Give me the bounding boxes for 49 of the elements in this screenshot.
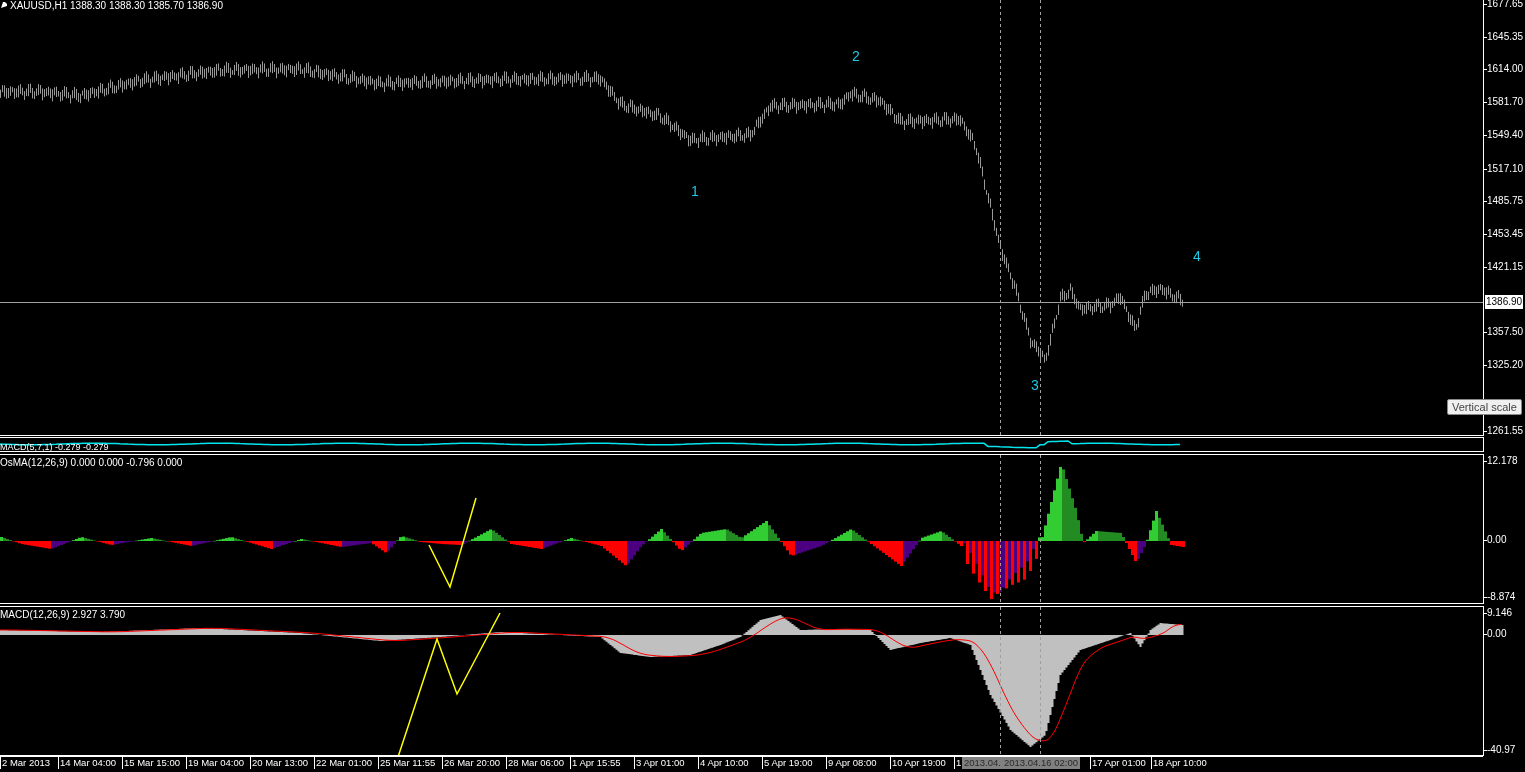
price-scale-label: 1645.35: [1487, 30, 1524, 45]
time-axis-label: 28 Mar 06:00: [506, 757, 564, 769]
indicator-label: MACD(5,7,1) -0.279 -0.279: [0, 441, 109, 451]
time-axis-label: 10 Apr 19:00: [890, 757, 946, 769]
wave-label: 1: [691, 183, 699, 199]
price-scale-label: 1549.40: [1487, 128, 1524, 143]
time-axis-label: 3 Apr 01:00: [634, 757, 685, 769]
price-scale-label: 1614.00: [1487, 62, 1524, 77]
triangle-icon: [0, 2, 7, 9]
indicator-label: OsMA(12,26,9) 0.000 0.000 -0.796 0.000: [0, 457, 183, 469]
price-scale-label: 1421.15: [1487, 259, 1524, 274]
wave-label: 2: [852, 48, 860, 64]
price-scale-label: 1517.10: [1487, 161, 1524, 176]
wave-label: 3: [1031, 377, 1039, 393]
price-scale-label: 1453.45: [1487, 226, 1524, 241]
indicator-scale-label: 12.178: [1487, 454, 1518, 468]
time-axis-label: 25 Mar 11:55: [378, 757, 436, 769]
price-scale-label: 1261.55: [1487, 423, 1524, 438]
price-scale-label: 1485.75: [1487, 193, 1524, 208]
time-axis-label: 19 Mar 04:00: [186, 757, 244, 769]
time-axis-label: 26 Mar 20:00: [442, 757, 500, 769]
time-axis-label: 9 Apr 08:00: [826, 757, 877, 769]
indicator-scale-label: -8.874: [1487, 590, 1516, 604]
indicator-scale-label: 0.00: [1487, 533, 1507, 547]
time-axis-label: 1: [954, 757, 962, 769]
indicator-scale-label: 0.00: [1487, 627, 1507, 641]
wave-label: 4: [1193, 248, 1201, 264]
time-axis-label: 1 Apr 15:55: [570, 757, 621, 769]
time-axis-label: 2 Mar 2013: [0, 757, 51, 769]
time-axis-label: 15 Mar 15:00: [122, 757, 180, 769]
indicator-scale-label: -40.97: [1487, 743, 1516, 757]
time-axis-label: 2013.04.: [964, 757, 1001, 769]
price-scale-label: 1677.65: [1487, 0, 1524, 11]
time-axis-label: 20 Mar 13:00: [250, 757, 308, 769]
price-scale-label: 1581.70: [1487, 95, 1524, 110]
time-axis-label: 17 Apr 01:00: [1090, 757, 1146, 769]
tooltip: Vertical scale: [1447, 399, 1522, 415]
price-scale-label: 1357.50: [1487, 325, 1524, 340]
current-price-label: 1386.90: [1485, 295, 1524, 309]
time-axis-label: 18 Apr 10:00: [1151, 757, 1207, 769]
time-axis-label: 22 Mar 01:00: [314, 757, 372, 769]
crosshair-time-value: 2013.04.16 02:00: [1004, 757, 1078, 769]
time-axis-label: 4 Apr 10:00: [698, 757, 749, 769]
chart-header: XAUUSD,H1 1388.30 1388.30 1385.70 1386.90: [10, 0, 223, 11]
time-axis-label: 5 Apr 19:00: [762, 757, 813, 769]
indicator-scale-label: 9.146: [1487, 606, 1513, 620]
indicator-label: MACD(12,26,9) 2.927 3.790: [0, 609, 126, 621]
time-axis-label: 14 Mar 04:00: [58, 757, 116, 769]
price-scale-label: 1325.20: [1487, 358, 1524, 373]
